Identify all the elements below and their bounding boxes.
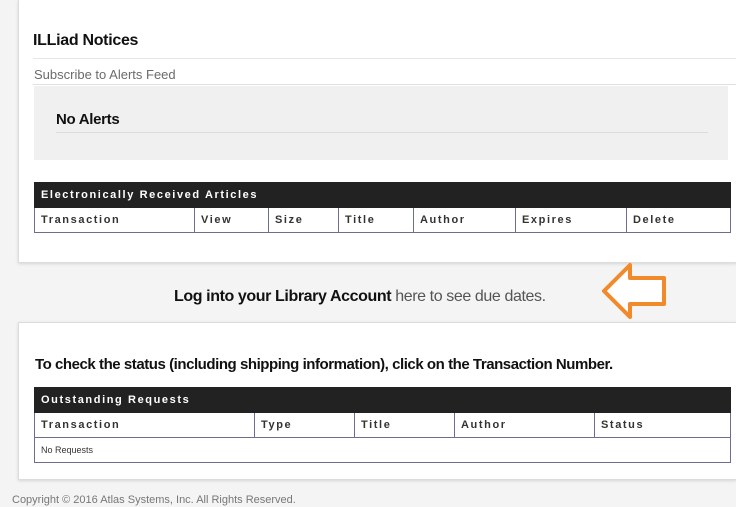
login-prompt: Log into your Library Account here to se…: [174, 288, 546, 306]
column-header-status[interactable]: Status: [593, 412, 732, 438]
column-header-delete[interactable]: Delete: [626, 207, 731, 233]
column-header-title[interactable]: Title: [338, 207, 414, 233]
table-header-row: Transaction Type Title Author Status: [34, 412, 732, 438]
column-header-title[interactable]: Title: [354, 412, 455, 438]
divider: [56, 132, 708, 133]
column-header-transaction[interactable]: Transaction: [34, 207, 195, 233]
column-header-author[interactable]: Author: [454, 412, 595, 438]
left-arrow-outline-icon: [602, 263, 666, 319]
divider: [33, 84, 736, 85]
notices-panel: ILLiad Notices Subscribe to Alerts Feed …: [18, 0, 736, 263]
alerts-box: No Alerts: [34, 86, 728, 160]
due-dates-link[interactable]: here to see due dates.: [395, 288, 546, 305]
column-header-size[interactable]: Size: [268, 207, 339, 233]
outstanding-requests-table: Outstanding Requests Transaction Type Ti…: [33, 387, 732, 463]
notices-title: ILLiad Notices: [33, 32, 139, 49]
status-instruction: To check the status (including shipping …: [35, 356, 613, 373]
column-header-author[interactable]: Author: [413, 207, 516, 233]
copyright-footer: Copyright © 2016 Atlas Systems, Inc. All…: [12, 494, 296, 506]
electronic-articles-table: Electronically Received Articles Transac…: [34, 182, 731, 233]
outstanding-requests-panel: To check the status (including shipping …: [18, 322, 736, 480]
column-header-type[interactable]: Type: [254, 412, 355, 438]
column-header-transaction[interactable]: Transaction: [34, 412, 255, 438]
table-caption: Outstanding Requests: [33, 387, 732, 413]
subscribe-alerts-feed-link[interactable]: Subscribe to Alerts Feed: [34, 67, 176, 82]
no-requests-text: No Requests: [33, 437, 732, 463]
table-row: No Requests: [33, 437, 732, 463]
no-alerts-text: No Alerts: [56, 111, 120, 128]
divider: [33, 58, 736, 59]
column-header-expires[interactable]: Expires: [515, 207, 627, 233]
table-caption: Electronically Received Articles: [34, 182, 731, 208]
column-header-view[interactable]: View: [194, 207, 269, 233]
table-header-row: Transaction View Size Title Author Expir…: [34, 207, 731, 233]
library-account-link[interactable]: Log into your Library Account: [174, 288, 392, 305]
